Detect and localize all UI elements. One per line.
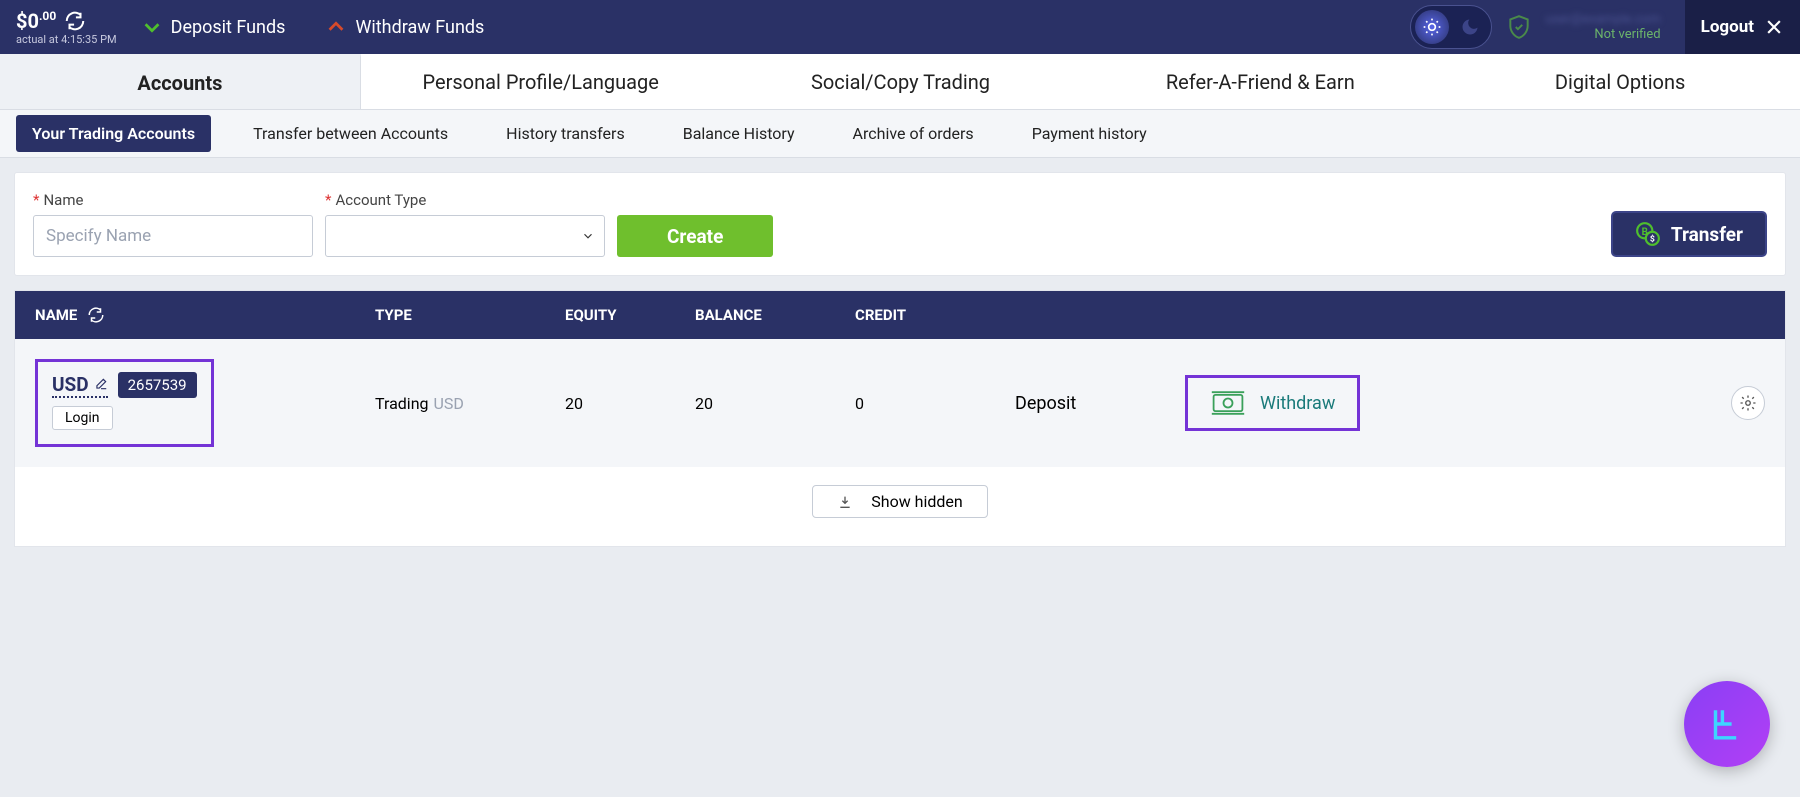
create-button[interactable]: Create: [617, 215, 773, 257]
logout-button[interactable]: Logout: [1685, 0, 1800, 54]
deposit-link[interactable]: Deposit: [1015, 393, 1185, 414]
transfer-label: Transfer: [1671, 223, 1743, 246]
column-name[interactable]: NAME: [35, 306, 375, 324]
chevron-down-icon: [141, 16, 163, 38]
tab-digital-options[interactable]: Digital Options: [1440, 54, 1800, 109]
login-button[interactable]: Login: [52, 406, 113, 430]
balance-timestamp: actual at 4:15:35 PM: [16, 33, 117, 46]
account-type-label: *Account Type: [325, 191, 605, 209]
account-id-badge: 2657539: [118, 372, 197, 398]
deposit-funds-link[interactable]: Deposit Funds: [141, 16, 286, 38]
theme-light-icon[interactable]: [1415, 10, 1449, 44]
name-label: *Name: [33, 191, 313, 209]
account-currency-link[interactable]: USD: [52, 373, 108, 398]
main-nav: Accounts Personal Profile/Language Socia…: [0, 54, 1800, 110]
subtab-balance-history[interactable]: Balance History: [667, 115, 811, 152]
logout-label: Logout: [1701, 17, 1754, 37]
column-type: TYPE: [375, 306, 565, 324]
tab-accounts[interactable]: Accounts: [0, 54, 361, 109]
verification-status: Not verified: [1594, 27, 1660, 42]
show-hidden-button[interactable]: Show hidden: [812, 485, 988, 518]
withdraw-link-highlight[interactable]: Withdraw: [1185, 375, 1360, 431]
transfer-icon: B$: [1635, 221, 1661, 247]
table-row: USD 2657539 Login TradingUSD 20 20 0 Dep…: [15, 339, 1785, 467]
show-hidden-row: Show hidden: [15, 467, 1785, 546]
cell-credit: 0: [855, 394, 1015, 413]
cell-equity: 20: [565, 394, 695, 413]
support-widget-button[interactable]: [1684, 681, 1770, 767]
cash-icon: [1210, 388, 1246, 418]
name-input[interactable]: [33, 215, 313, 257]
refresh-icon[interactable]: [87, 306, 105, 324]
cell-type: TradingUSD: [375, 394, 565, 413]
subtab-trading-accounts[interactable]: Your Trading Accounts: [16, 115, 211, 152]
row-settings-button[interactable]: [1731, 386, 1765, 420]
balance-block: $0.00 actual at 4:15:35 PM: [16, 9, 117, 46]
accounts-table: NAME TYPE EQUITY BALANCE CREDIT USD 2657…: [14, 290, 1786, 547]
transfer-button[interactable]: B$ Transfer: [1611, 211, 1767, 257]
cell-balance: 20: [695, 394, 855, 413]
subtab-archive-orders[interactable]: Archive of orders: [837, 115, 990, 152]
download-icon: [837, 494, 853, 510]
table-header: NAME TYPE EQUITY BALANCE CREDIT: [15, 291, 1785, 339]
column-equity: EQUITY: [565, 306, 695, 324]
top-bar: $0.00 actual at 4:15:35 PM Deposit Funds…: [0, 0, 1800, 54]
subtab-payment-history[interactable]: Payment history: [1016, 115, 1163, 152]
balance-cents: .00: [39, 9, 56, 23]
subtab-transfer-between[interactable]: Transfer between Accounts: [237, 115, 464, 152]
svg-text:$: $: [1650, 234, 1655, 245]
column-balance: BALANCE: [695, 306, 855, 324]
close-icon: [1764, 17, 1784, 37]
chevron-up-icon: [325, 16, 347, 38]
verification-block[interactable]: user@example.com Not verified: [1546, 12, 1661, 42]
theme-toggle[interactable]: [1410, 5, 1492, 49]
tab-refer-friend[interactable]: Refer-A-Friend & Earn: [1080, 54, 1440, 109]
column-credit: CREDIT: [855, 306, 1015, 324]
tab-social-trading[interactable]: Social/Copy Trading: [721, 54, 1081, 109]
tab-personal-profile[interactable]: Personal Profile/Language: [361, 54, 721, 109]
name-field-group: *Name: [33, 191, 313, 257]
gear-icon: [1739, 394, 1757, 412]
balance-main: $0: [16, 9, 39, 33]
refresh-icon[interactable]: [64, 10, 86, 32]
user-email: user@example.com: [1546, 12, 1661, 27]
account-name-highlight: USD 2657539 Login: [35, 359, 214, 447]
subtab-history-transfers[interactable]: History transfers: [490, 115, 641, 152]
account-type-field-group: *Account Type: [325, 191, 605, 257]
withdraw-funds-link[interactable]: Withdraw Funds: [325, 16, 484, 38]
account-type-select[interactable]: [325, 215, 605, 257]
widget-logo-icon: [1704, 701, 1750, 747]
withdraw-label: Withdraw: [1260, 393, 1335, 414]
balance-amount: $0.00: [16, 9, 56, 33]
show-hidden-label: Show hidden: [871, 492, 963, 511]
theme-dark-icon[interactable]: [1453, 10, 1487, 44]
withdraw-funds-label: Withdraw Funds: [355, 17, 484, 38]
sub-nav: Your Trading Accounts Transfer between A…: [0, 110, 1800, 158]
deposit-funds-label: Deposit Funds: [171, 17, 286, 38]
edit-icon: [94, 377, 108, 391]
create-account-panel: *Name *Account Type Create B$ Transfer: [14, 172, 1786, 276]
shield-check-icon: [1506, 14, 1532, 40]
